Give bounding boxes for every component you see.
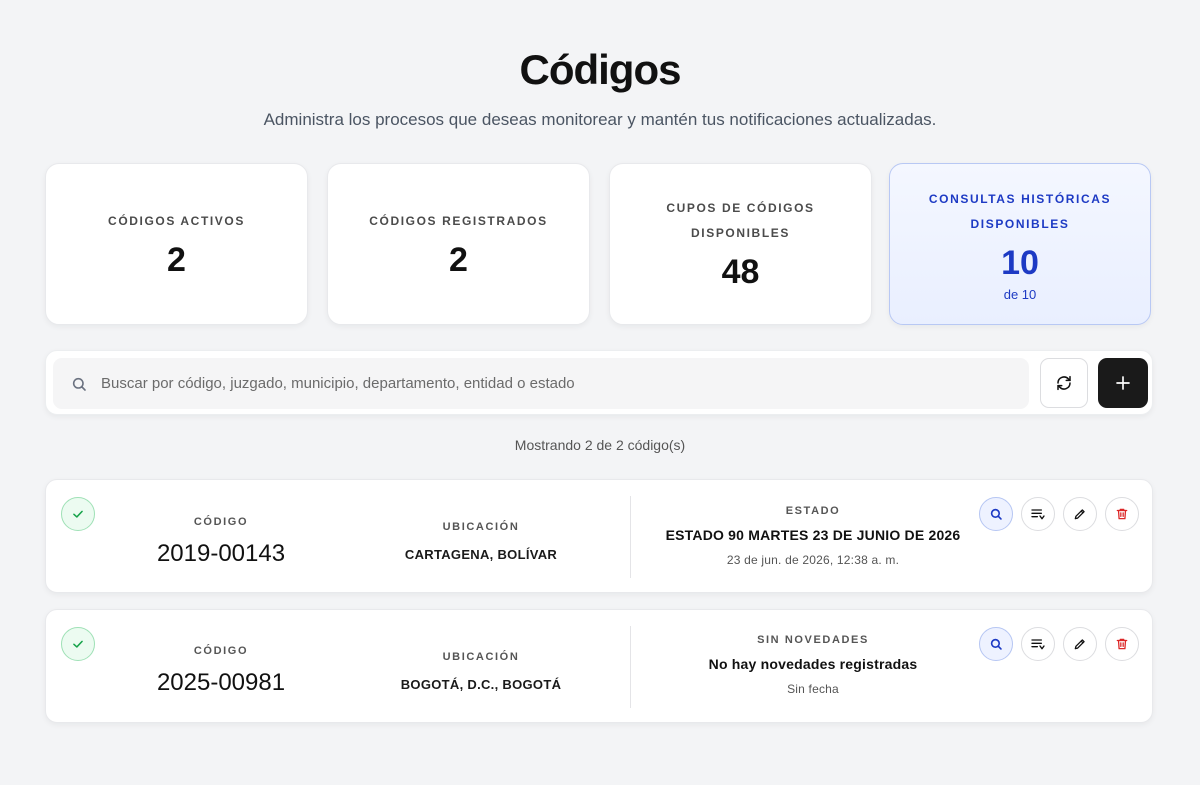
stat-label: CÓDIGOS ACTIVOS <box>108 213 245 228</box>
stat-label: CÓDIGOS REGISTRADOS <box>369 213 548 228</box>
active-status-badge <box>61 497 95 531</box>
status-column: ESTADO ESTADO 90 MARTES 23 DE JUNIO DE 2… <box>646 505 980 567</box>
list-icon <box>1031 509 1045 520</box>
search-input[interactable] <box>101 375 1001 392</box>
stat-card-available-slots: CUPOS DE CÓDIGOS DISPONIBLES 48 <box>609 163 872 325</box>
location-value: BOGOTÁ, D.C., BOGOTÁ <box>400 677 562 692</box>
code-label: CÓDIGO <box>193 645 249 657</box>
status-date: 23 de jun. de 2026, 12:38 a. m. <box>726 553 900 567</box>
view-button[interactable] <box>979 497 1013 531</box>
location-label: UBICACIÓN <box>442 521 520 533</box>
code-column: CÓDIGO 2019-00143 <box>141 516 301 568</box>
stat-value: 2 <box>167 240 186 279</box>
status-label: SIN NOVEDADES <box>757 634 869 646</box>
trash-icon <box>1116 508 1128 520</box>
trash-icon <box>1116 638 1128 650</box>
stat-sub: de 10 <box>1003 286 1037 302</box>
code-label: CÓDIGO <box>193 516 249 528</box>
divider <box>630 626 631 708</box>
location-column: UBICACIÓN BOGOTÁ, D.C., BOGOTÁ <box>381 651 581 692</box>
plus-icon <box>1116 376 1130 390</box>
page-subtitle: Administra los procesos que deseas monit… <box>263 110 937 129</box>
code-value: 2025-00981 <box>156 669 286 696</box>
refresh-button[interactable] <box>1040 358 1088 408</box>
add-code-button[interactable] <box>1098 358 1148 408</box>
stat-card-registered-codes: CÓDIGOS REGISTRADOS 2 <box>327 163 590 325</box>
stat-value: 48 <box>721 253 760 291</box>
page-title: Códigos <box>519 46 682 93</box>
refresh-icon <box>1057 375 1071 391</box>
search-field[interactable] <box>53 358 1029 409</box>
row-actions <box>979 627 1139 661</box>
check-icon <box>73 640 83 648</box>
search-bar <box>45 350 1153 415</box>
status-date: Sin fecha <box>787 682 839 696</box>
stat-card-active-codes: CÓDIGOS ACTIVOS 2 <box>45 163 308 325</box>
edit-button[interactable] <box>1063 497 1097 531</box>
stat-card-historical-queries: CONSULTAS HISTÓRICAS DISPONIBLES 10 de 1… <box>889 163 1151 325</box>
code-column: CÓDIGO 2025-00981 <box>141 645 301 697</box>
location-value: CARTAGENA, BOLÍVAR <box>404 547 558 562</box>
list-icon <box>1031 639 1045 650</box>
pencil-icon <box>1074 509 1085 520</box>
location-column: UBICACIÓN CARTAGENA, BOLÍVAR <box>381 521 581 562</box>
status-column: SIN NOVEDADES No hay novedades registrad… <box>646 634 980 696</box>
search-icon <box>990 508 1002 520</box>
search-icon <box>72 377 86 391</box>
code-card: CÓDIGO 2025-00981 UBICACIÓN BOGOTÁ, D.C.… <box>45 609 1153 723</box>
status-text: ESTADO 90 MARTES 23 DE JUNIO DE 2026 <box>665 527 961 543</box>
active-status-badge <box>61 627 95 661</box>
code-card: CÓDIGO 2019-00143 UBICACIÓN CARTAGENA, B… <box>45 479 1153 593</box>
stat-value: 2 <box>449 240 468 279</box>
status-label: ESTADO <box>785 505 841 517</box>
row-actions <box>979 497 1139 531</box>
code-value: 2019-00143 <box>156 540 286 567</box>
stats-row: CÓDIGOS ACTIVOS 2 CÓDIGOS REGISTRADOS 2 … <box>45 163 1151 325</box>
stat-value: 10 <box>1001 243 1039 282</box>
location-label: UBICACIÓN <box>442 651 520 663</box>
edit-button[interactable] <box>1063 627 1097 661</box>
history-button[interactable] <box>1021 627 1055 661</box>
pencil-icon <box>1074 639 1085 650</box>
results-count: Mostrando 2 de 2 código(s) <box>514 437 686 453</box>
check-icon <box>73 510 83 518</box>
delete-button[interactable] <box>1105 627 1139 661</box>
delete-button[interactable] <box>1105 497 1139 531</box>
stat-label: CONSULTAS HISTÓRICAS DISPONIBLES <box>928 191 1112 231</box>
divider <box>630 496 631 578</box>
view-button[interactable] <box>979 627 1013 661</box>
search-icon <box>990 638 1002 650</box>
history-button[interactable] <box>1021 497 1055 531</box>
stat-label: CUPOS DE CÓDIGOS DISPONIBLES <box>666 201 815 240</box>
status-text: No hay novedades registradas <box>708 656 918 672</box>
